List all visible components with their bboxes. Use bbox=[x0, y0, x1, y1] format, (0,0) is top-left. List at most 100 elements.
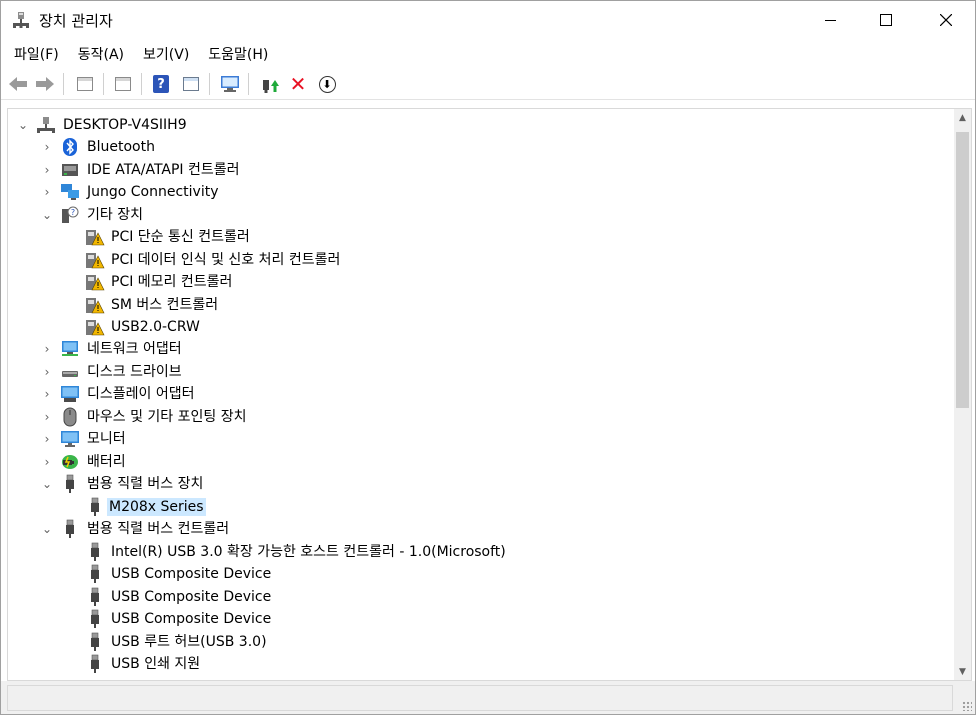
chevron-right-icon[interactable]: › bbox=[40, 386, 54, 402]
tree-device[interactable]: USB 루트 허브(USB 3.0) bbox=[8, 631, 948, 653]
usb-connector-icon bbox=[60, 519, 80, 538]
tree-category-ide[interactable]: › IDE ATA/ATAPI 컨트롤러 bbox=[8, 159, 948, 181]
tree-device-label: USB 인쇄 지원 bbox=[111, 656, 201, 672]
tree-device[interactable]: PCI 메모리 컨트롤러 bbox=[8, 271, 948, 293]
close-icon bbox=[940, 14, 952, 26]
menu-bar: 파일(F) 동작(A) 보기(V) 도움말(H) bbox=[1, 41, 975, 67]
tree-device-label: PCI 단순 통신 컨트롤러 bbox=[111, 229, 250, 245]
chevron-down-icon[interactable]: ⌄ bbox=[40, 207, 54, 223]
chevron-down-icon[interactable]: ⌄ bbox=[40, 521, 54, 537]
usb-connector-icon bbox=[85, 587, 105, 606]
chevron-right-icon[interactable]: › bbox=[40, 184, 54, 200]
chevron-right-icon[interactable]: › bbox=[40, 364, 54, 380]
properties-button[interactable] bbox=[111, 72, 135, 96]
tree-device-label: USB 루트 허브(USB 3.0) bbox=[111, 634, 267, 650]
tree-category-monitor[interactable]: › 모니터 bbox=[8, 428, 948, 450]
warning-device-icon bbox=[85, 251, 105, 269]
tree-device[interactable]: Intel(R) USB 3.0 확장 가능한 호스트 컨트롤러 - 1.0(M… bbox=[8, 541, 948, 563]
tree-device[interactable]: PCI 데이터 인식 및 신호 처리 컨트롤러 bbox=[8, 249, 948, 271]
scroll-up-icon[interactable]: ▲ bbox=[954, 109, 971, 126]
tree-category-mouse[interactable]: › 마우스 및 기타 포인팅 장치 bbox=[8, 406, 948, 428]
chevron-down-icon[interactable]: ⌄ bbox=[40, 476, 54, 492]
tree-device[interactable]: USB2.0-CRW bbox=[8, 316, 948, 338]
close-button[interactable] bbox=[923, 1, 969, 39]
menu-file[interactable]: 파일(F) bbox=[8, 41, 65, 67]
update-driver-button[interactable] bbox=[258, 72, 282, 96]
usb-connector-icon bbox=[85, 497, 105, 516]
menu-help[interactable]: 도움말(H) bbox=[202, 41, 274, 67]
forward-button[interactable] bbox=[33, 72, 57, 96]
minimize-button[interactable] bbox=[807, 1, 853, 39]
tree-category-battery[interactable]: › 배터리 bbox=[8, 451, 948, 473]
back-button[interactable] bbox=[6, 72, 30, 96]
usb-connector-icon bbox=[85, 609, 105, 628]
tree-device-label: USB Composite Device bbox=[111, 589, 272, 605]
usb-connector-icon bbox=[85, 542, 105, 561]
window-title: 장치 관리자 bbox=[39, 12, 113, 30]
chevron-right-icon[interactable]: › bbox=[40, 431, 54, 447]
tree-category-label: 모니터 bbox=[87, 431, 126, 447]
scroll-down-icon[interactable]: ▼ bbox=[954, 663, 971, 680]
tree-category-jungo[interactable]: › Jungo Connectivity bbox=[8, 181, 948, 203]
minimize-icon bbox=[824, 19, 836, 21]
menu-view[interactable]: 보기(V) bbox=[137, 41, 195, 67]
enable-device-button[interactable]: ⬇ bbox=[315, 72, 339, 96]
usb-connector-icon bbox=[85, 654, 105, 673]
maximize-button[interactable] bbox=[863, 1, 909, 39]
computer-icon bbox=[36, 116, 56, 134]
title-bar[interactable]: 장치 관리자 bbox=[1, 1, 975, 39]
unknown-device-icon: ? bbox=[60, 206, 80, 224]
menu-action[interactable]: 동작(A) bbox=[72, 41, 130, 67]
chevron-right-icon[interactable]: › bbox=[40, 454, 54, 470]
toolbar-separator bbox=[103, 73, 104, 95]
ide-controller-icon bbox=[60, 161, 80, 179]
tree-category-display[interactable]: › 디스플레이 어댑터 bbox=[8, 383, 948, 405]
monitor-icon bbox=[60, 430, 80, 448]
uninstall-device-button[interactable]: ✕ bbox=[286, 72, 310, 96]
tree-category-other[interactable]: ⌄ ? 기타 장치 bbox=[8, 204, 948, 226]
vertical-scrollbar[interactable]: ▲ ▼ bbox=[954, 109, 971, 680]
usb-connector-icon bbox=[85, 564, 105, 583]
tree-device-label: USB Composite Device bbox=[111, 611, 272, 627]
show-hide-console-tree-button[interactable] bbox=[73, 72, 97, 96]
help-icon: ? bbox=[153, 75, 169, 93]
show-action-pane-button[interactable] bbox=[179, 72, 203, 96]
device-tree[interactable]: ⌄ DESKTOP-V4SIIH9 › Bluetooth › IDE ATA/… bbox=[7, 108, 972, 681]
update-driver-icon bbox=[263, 80, 279, 93]
tree-device-selected[interactable]: M208x Series bbox=[8, 496, 948, 518]
chevron-down-icon[interactable]: ⌄ bbox=[16, 117, 30, 133]
svg-text:?: ? bbox=[71, 208, 75, 217]
tree-category-disk[interactable]: › 디스크 드라이브 bbox=[8, 361, 948, 383]
tree-category-usb-controllers[interactable]: ⌄ 범용 직렬 버스 컨트롤러 bbox=[8, 518, 948, 540]
battery-icon bbox=[60, 453, 80, 471]
warning-device-icon bbox=[85, 228, 105, 246]
scan-hardware-button[interactable] bbox=[218, 72, 242, 96]
usb-connector-icon bbox=[85, 632, 105, 651]
back-arrow-icon bbox=[9, 77, 27, 91]
display-adapter-icon bbox=[60, 385, 80, 403]
tree-category-bluetooth[interactable]: › Bluetooth bbox=[8, 136, 948, 158]
chevron-right-icon[interactable]: › bbox=[40, 162, 54, 178]
chevron-right-icon[interactable]: › bbox=[40, 409, 54, 425]
tree-device[interactable]: USB Composite Device bbox=[8, 586, 948, 608]
warning-device-icon bbox=[85, 273, 105, 291]
toolbar-separator bbox=[63, 73, 64, 95]
scrollbar-thumb[interactable] bbox=[956, 132, 969, 408]
tree-device[interactable]: USB Composite Device bbox=[8, 608, 948, 630]
chevron-right-icon[interactable]: › bbox=[40, 139, 54, 155]
tree-category-label: 범용 직렬 버스 컨트롤러 bbox=[87, 521, 230, 537]
tree-category-network[interactable]: › 네트워크 어댑터 bbox=[8, 338, 948, 360]
tree-device[interactable]: USB Composite Device bbox=[8, 563, 948, 585]
tree-device[interactable]: USB 인쇄 지원 bbox=[8, 653, 948, 675]
chevron-right-icon[interactable]: › bbox=[40, 341, 54, 357]
tree-category-usb-devices[interactable]: ⌄ 범용 직렬 버스 장치 bbox=[8, 473, 948, 495]
tree-device-label: USB Composite Device bbox=[111, 566, 272, 582]
help-button[interactable]: ? bbox=[149, 72, 173, 96]
tree-device[interactable]: PCI 단순 통신 컨트롤러 bbox=[8, 226, 948, 248]
resize-grip-icon[interactable] bbox=[962, 701, 972, 711]
properties-icon bbox=[115, 77, 131, 91]
toolbar-separator bbox=[248, 73, 249, 95]
tree-device[interactable]: SM 버스 컨트롤러 bbox=[8, 294, 948, 316]
tree-root[interactable]: ⌄ DESKTOP-V4SIIH9 bbox=[8, 114, 948, 136]
usb-connector-icon bbox=[60, 474, 80, 493]
